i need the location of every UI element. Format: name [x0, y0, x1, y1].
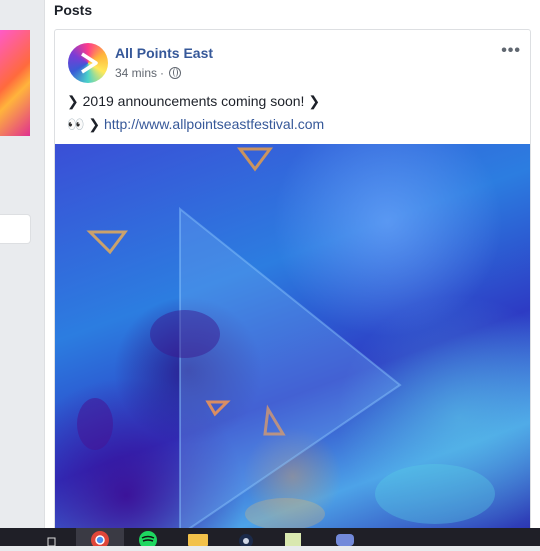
page-avatar[interactable] — [68, 43, 108, 83]
left-column — [0, 0, 45, 528]
left-panel-card — [0, 214, 31, 244]
post-url-link[interactable]: http://www.allpointseastfestival.com — [104, 116, 324, 132]
post-text: ❯ 2019 announcements coming soon! ❯ — [67, 93, 321, 109]
post-timestamp[interactable]: 34 mins — [115, 66, 157, 80]
page-name-link[interactable]: All Points East — [115, 45, 213, 61]
windows-start-icon — [47, 537, 56, 547]
discord-icon — [336, 534, 354, 546]
post-image[interactable] — [55, 144, 530, 535]
post-link-line: 👀 ❯ http://www.allpointseastfestival.com — [67, 116, 324, 133]
file-explorer-icon — [188, 534, 208, 546]
all-points-east-logo-icon — [81, 52, 98, 74]
taskbar-icons — [47, 528, 354, 549]
post-image-art — [77, 147, 495, 535]
more-options-icon[interactable]: ••• — [501, 42, 521, 60]
page-cover-image[interactable] — [0, 30, 30, 136]
main-content: Posts All Points East 34 mins · ••• ❯ 20… — [45, 0, 540, 536]
app-icon — [285, 533, 301, 546]
globe-icon — [169, 67, 182, 79]
posts-heading: Posts — [54, 2, 93, 18]
spotify-icon — [139, 531, 157, 549]
eyes-emoji: 👀 ❯ — [67, 116, 104, 132]
windows-taskbar — [0, 528, 540, 549]
post-meta: 34 mins · — [115, 66, 182, 80]
meta-separator: · — [160, 66, 165, 80]
post-card: All Points East 34 mins · ••• ❯ 2019 ann… — [54, 29, 531, 536]
